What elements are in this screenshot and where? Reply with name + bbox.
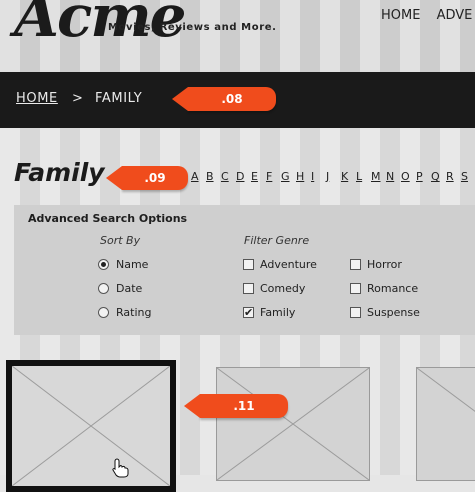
checkbox[interactable] (350, 283, 361, 294)
genre-option-comedy[interactable]: Comedy (243, 282, 305, 295)
letter-link[interactable]: Q (431, 170, 446, 183)
sort-option-date[interactable]: Date (98, 282, 142, 295)
genre-option-label: Romance (367, 282, 419, 295)
breadcrumb-home-link[interactable]: HOME (16, 91, 58, 106)
sort-option-label: Rating (116, 306, 152, 319)
hand-cursor-icon (112, 458, 129, 478)
alphabet-index: ABCDEFGHIJKLMNOPQRS (191, 170, 475, 183)
page-title: Family (14, 158, 105, 187)
checkbox[interactable] (350, 307, 361, 318)
site-tagline: Movies, Reviews and More. (108, 22, 277, 33)
image-placeholder-icon (217, 368, 369, 480)
letter-link[interactable]: J (326, 170, 341, 183)
letter-link[interactable]: K (341, 170, 356, 183)
letter-link[interactable]: C (221, 170, 236, 183)
movie-thumbnail-selected[interactable] (6, 360, 176, 492)
site-header: Acme Movies, Reviews and More. HOME ADVE (0, 0, 475, 72)
image-placeholder-icon (12, 366, 170, 486)
genre-option-label: Horror (367, 258, 402, 271)
genre-option-adventure[interactable]: Adventure (243, 258, 317, 271)
sort-option-label: Name (116, 258, 149, 271)
letter-link[interactable]: M (371, 170, 386, 183)
sort-option-name[interactable]: Name (98, 258, 148, 271)
image-placeholder-icon (417, 368, 475, 412)
movie-thumbnail[interactable] (416, 367, 475, 481)
sort-option-rating[interactable]: Rating (98, 306, 151, 319)
genre-option-suspense[interactable]: Suspense (350, 306, 420, 319)
annotation-tag-08: .08 (172, 87, 276, 111)
breadcrumb-separator: > (72, 91, 84, 106)
breadcrumb-current: FAMILY (95, 91, 143, 106)
genre-option-family[interactable]: ✔ Family (243, 306, 295, 319)
letter-link[interactable]: G (281, 170, 296, 183)
sort-option-label: Date (116, 282, 143, 295)
sort-by-heading: Sort By (100, 234, 141, 247)
radio-button[interactable] (98, 307, 109, 318)
letter-link[interactable]: D (236, 170, 251, 183)
genre-option-horror[interactable]: Horror (350, 258, 402, 271)
filter-genre-heading: Filter Genre (244, 234, 310, 247)
letter-link[interactable]: N (386, 170, 401, 183)
checkbox[interactable] (243, 259, 254, 270)
annotation-tag-11: .11 (184, 394, 288, 418)
letter-link[interactable]: F (266, 170, 281, 183)
nav-advanced-link[interactable]: ADVE (437, 8, 473, 23)
nav-home-link[interactable]: HOME (381, 8, 420, 23)
letter-link[interactable]: O (401, 170, 416, 183)
genre-option-label: Comedy (260, 282, 306, 295)
top-nav: HOME ADVE (381, 8, 475, 23)
letter-link[interactable]: I (311, 170, 326, 183)
letter-link[interactable]: H (296, 170, 311, 183)
letter-link[interactable]: A (191, 170, 206, 183)
radio-button[interactable] (98, 259, 109, 270)
genre-option-label: Adventure (260, 258, 317, 271)
letter-link[interactable]: P (416, 170, 431, 183)
annotation-tag-09: .09 (106, 166, 188, 190)
genre-option-label: Suspense (367, 306, 420, 319)
checkbox[interactable] (350, 259, 361, 270)
advanced-search-panel: Advanced Search Options Sort By Name Dat… (14, 205, 475, 335)
movie-thumbnail[interactable] (216, 367, 370, 481)
checkbox[interactable] (243, 283, 254, 294)
checkbox-checked[interactable]: ✔ (243, 307, 254, 318)
radio-button[interactable] (98, 283, 109, 294)
letter-link[interactable]: S (461, 170, 475, 183)
letter-link[interactable]: E (251, 170, 266, 183)
panel-title: Advanced Search Options (28, 212, 188, 225)
genre-option-romance[interactable]: Romance (350, 282, 418, 295)
letter-link[interactable]: L (356, 170, 371, 183)
letter-link[interactable]: B (206, 170, 221, 183)
genre-option-label: Family (260, 306, 296, 319)
letter-link[interactable]: R (446, 170, 461, 183)
